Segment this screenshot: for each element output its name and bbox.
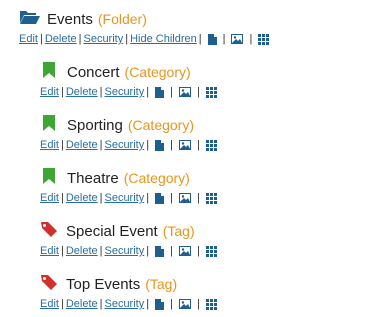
- child-actions: Edit | Delete | Security | | |: [40, 85, 221, 99]
- security-link[interactable]: Security: [104, 245, 144, 257]
- security-link[interactable]: Security: [83, 33, 123, 45]
- child-name: Theatre: [67, 169, 119, 187]
- child-actions: Edit | Delete | Security | | |: [40, 244, 221, 258]
- delete-link[interactable]: Delete: [66, 245, 98, 257]
- child-node: Concert (Category) Edit | Delete | Secur…: [40, 61, 221, 99]
- child-actions: Edit | Delete | Security | | |: [40, 297, 221, 311]
- child-title-row: Theatre (Category): [40, 167, 221, 189]
- child-node: Sporting (Category) Edit | Delete | Secu…: [40, 114, 221, 152]
- bookmark-icon: [42, 114, 56, 136]
- folder-title-row: Events (Folder): [19, 9, 273, 29]
- bookmark-icon: [42, 167, 56, 189]
- delete-link[interactable]: Delete: [66, 298, 98, 310]
- image-icon[interactable]: [178, 246, 191, 256]
- security-link[interactable]: Security: [104, 192, 144, 204]
- document-icon[interactable]: [155, 298, 165, 310]
- child-title-row: Top Events (Tag): [40, 274, 221, 294]
- grid-icon[interactable]: [205, 192, 217, 204]
- child-type-label: (Category): [123, 170, 190, 186]
- tag-icon: [40, 274, 58, 295]
- child-type-label: (Tag): [162, 223, 195, 239]
- document-icon[interactable]: [155, 139, 165, 151]
- edit-link[interactable]: Edit: [40, 192, 59, 204]
- document-icon[interactable]: [207, 33, 217, 45]
- tag-icon: [40, 221, 58, 242]
- edit-link[interactable]: Edit: [19, 33, 38, 45]
- document-icon[interactable]: [155, 86, 165, 98]
- security-link[interactable]: Security: [104, 139, 144, 151]
- delete-link[interactable]: Delete: [66, 86, 98, 98]
- child-node: Top Events (Tag) Edit | Delete | Securit…: [40, 274, 221, 311]
- grid-icon[interactable]: [205, 86, 217, 98]
- folder-actions: Edit | Delete | Security | Hide Children…: [19, 32, 273, 46]
- child-type-label: (Category): [124, 64, 191, 80]
- child-name: Sporting: [67, 116, 123, 134]
- folder-node: Events (Folder) Edit | Delete | Security…: [19, 9, 273, 46]
- grid-icon[interactable]: [205, 139, 217, 151]
- child-actions: Edit | Delete | Security | | |: [40, 138, 221, 152]
- child-type-label: (Tag): [145, 276, 178, 292]
- edit-link[interactable]: Edit: [40, 245, 59, 257]
- delete-link[interactable]: Delete: [45, 33, 77, 45]
- grid-icon[interactable]: [205, 298, 217, 310]
- image-icon[interactable]: [178, 87, 191, 97]
- document-icon[interactable]: [155, 192, 165, 204]
- bookmark-icon: [42, 61, 56, 83]
- image-icon[interactable]: [231, 34, 244, 44]
- child-node: Theatre (Category) Edit | Delete | Secur…: [40, 167, 221, 205]
- image-icon[interactable]: [178, 299, 191, 309]
- hide-children-link[interactable]: Hide Children: [130, 33, 197, 45]
- child-title-row: Sporting (Category): [40, 114, 221, 136]
- image-icon[interactable]: [178, 140, 191, 150]
- security-link[interactable]: Security: [104, 298, 144, 310]
- folder-type-label: (Folder): [97, 11, 147, 27]
- delete-link[interactable]: Delete: [66, 192, 98, 204]
- child-name: Concert: [67, 63, 120, 81]
- grid-icon[interactable]: [205, 245, 217, 257]
- edit-link[interactable]: Edit: [40, 86, 59, 98]
- delete-link[interactable]: Delete: [66, 139, 98, 151]
- child-title-row: Special Event (Tag): [40, 221, 221, 241]
- folder-name: Events: [47, 10, 93, 28]
- child-node: Special Event (Tag) Edit | Delete | Secu…: [40, 221, 221, 258]
- child-actions: Edit | Delete | Security | | |: [40, 191, 221, 205]
- child-name: Special Event: [66, 222, 158, 240]
- child-name: Top Events: [66, 275, 141, 293]
- child-type-label: (Category): [127, 117, 195, 133]
- edit-link[interactable]: Edit: [40, 139, 59, 151]
- grid-icon[interactable]: [258, 33, 270, 45]
- security-link[interactable]: Security: [104, 86, 144, 98]
- folder-open-icon: [19, 9, 41, 30]
- document-icon[interactable]: [155, 245, 165, 257]
- edit-link[interactable]: Edit: [40, 298, 59, 310]
- child-title-row: Concert (Category): [40, 61, 221, 83]
- image-icon[interactable]: [178, 193, 191, 203]
